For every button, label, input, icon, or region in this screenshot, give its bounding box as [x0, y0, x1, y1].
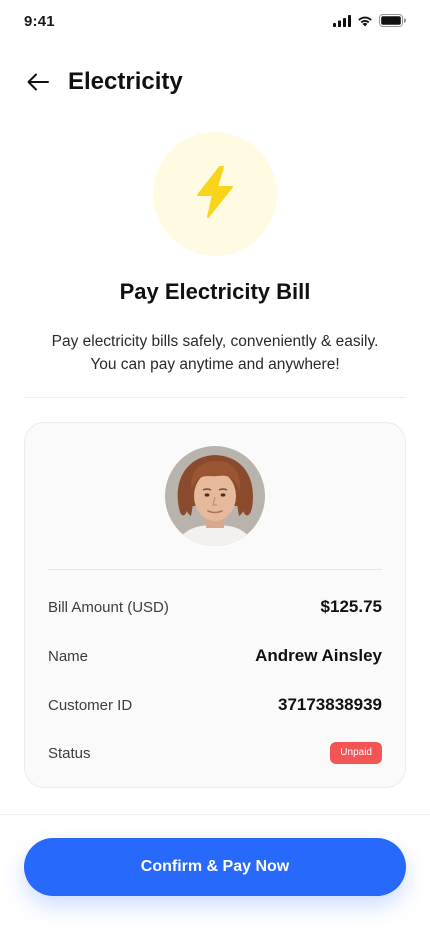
bill-amount-label: Bill Amount (USD) [48, 598, 169, 616]
wifi-icon [357, 14, 373, 32]
back-arrow-icon [26, 72, 50, 97]
footer-divider [0, 814, 430, 815]
section-divider [24, 397, 406, 398]
back-button[interactable] [22, 70, 54, 98]
status-time: 9:41 [24, 13, 55, 30]
hero-title: Pay Electricity Bill [119, 279, 311, 304]
hero-subtitle-line-1: Pay electricity bills safely, convenient… [51, 333, 379, 350]
lightning-bolt-icon [192, 165, 238, 224]
status-row: Status Unpaid [48, 740, 382, 766]
hero-subtitle-line-2: You can pay anytime and anywhere! [90, 356, 340, 373]
name-row: Name Andrew Ainsley [48, 643, 382, 669]
status-badge: Unpaid [330, 742, 382, 764]
hero-subtitle: Pay electricity bills safely, convenient… [30, 330, 400, 376]
avatar [165, 446, 265, 546]
customer-id-row: Customer ID 37173838939 [48, 692, 382, 718]
electricity-icon-badge [153, 132, 277, 256]
confirm-pay-button[interactable]: Confirm & Pay Now [24, 838, 406, 896]
name-label: Name [48, 647, 89, 665]
bill-amount-row: Bill Amount (USD) $125.75 [48, 594, 382, 620]
bill-details-card: Bill Amount (USD) $125.75 Name Andrew Ai… [24, 422, 406, 788]
header: Electricity [0, 62, 430, 106]
page-title: Electricity [68, 68, 183, 95]
signal-icon [333, 14, 351, 32]
name-value: Andrew Ainsley [255, 646, 382, 665]
customer-id-value: 37173838939 [277, 695, 382, 714]
status-label: Status [48, 744, 91, 762]
battery-icon [379, 14, 407, 32]
card-divider [48, 569, 382, 570]
customer-id-label: Customer ID [48, 696, 133, 714]
bill-amount-value: $125.75 [320, 597, 382, 616]
status-bar: 9:41 [0, 0, 430, 44]
status-icons [333, 14, 407, 32]
